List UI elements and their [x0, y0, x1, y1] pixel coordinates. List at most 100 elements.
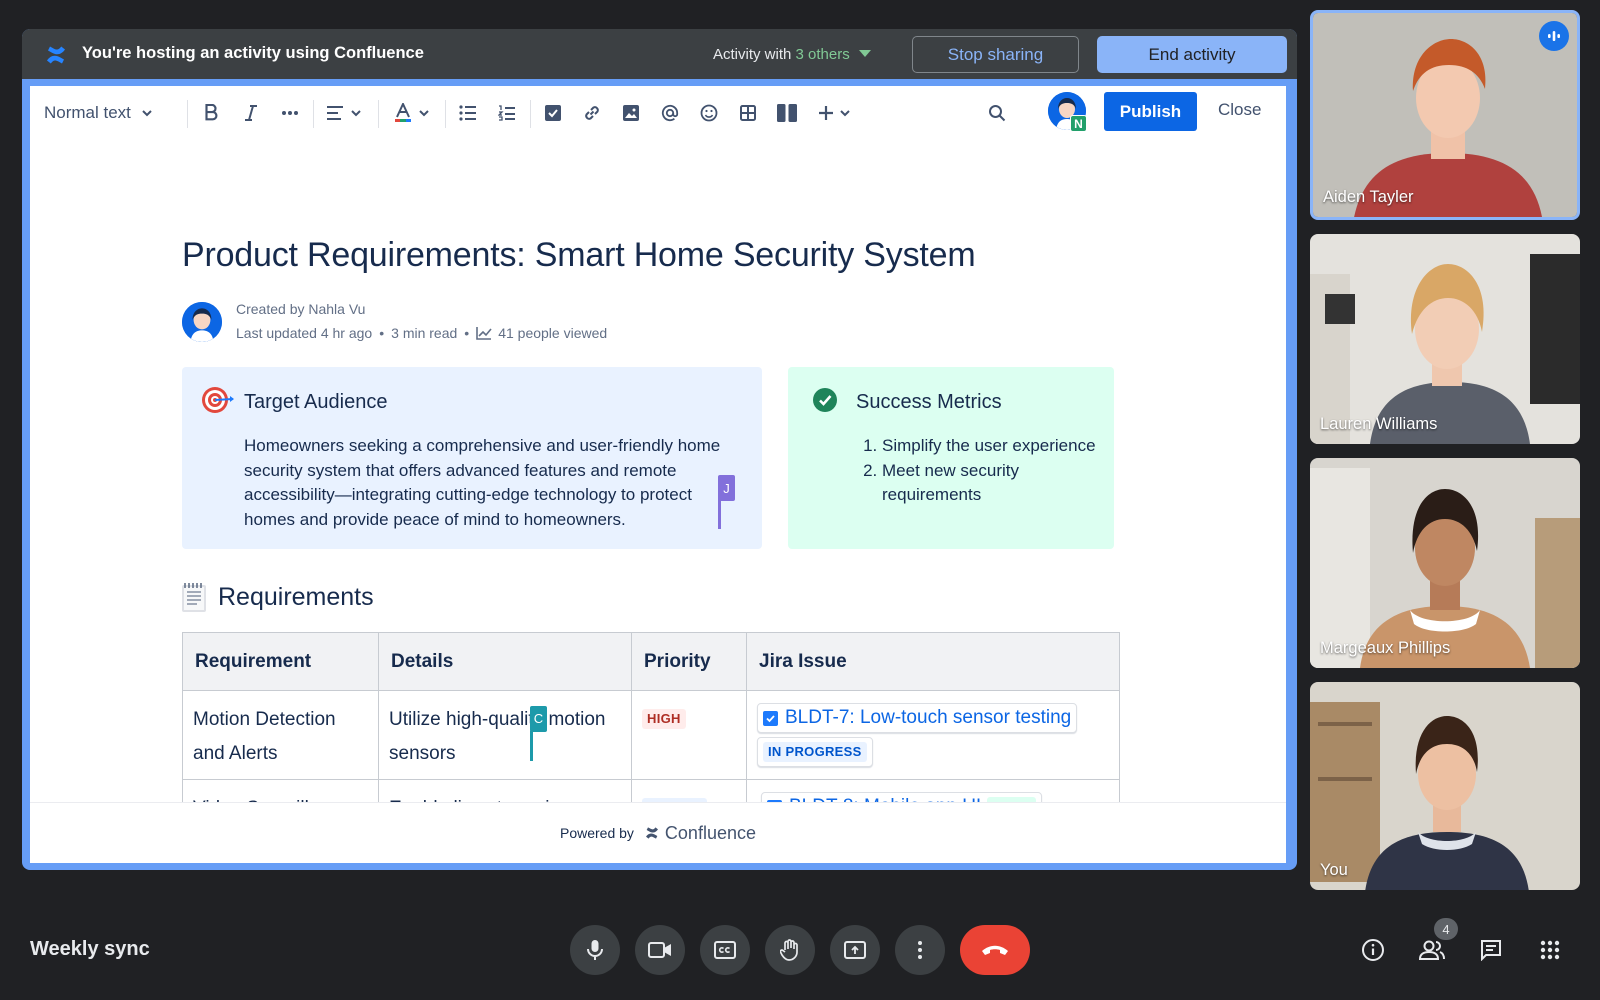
participant-tile[interactable]: Aiden Tayler	[1310, 10, 1580, 220]
numbered-list-button[interactable]	[492, 98, 522, 128]
editor-toolbar: Normal text N Publish Close	[30, 86, 1286, 140]
checkbox-icon	[545, 105, 561, 121]
author-avatar[interactable]	[182, 302, 222, 342]
microphone-button[interactable]	[570, 925, 620, 975]
at-sign-icon	[661, 104, 679, 122]
chevron-down-icon	[142, 110, 152, 117]
more-options-button[interactable]	[895, 925, 945, 975]
confluence-editor: Normal text N Publish Close Product Requ…	[30, 86, 1286, 863]
jira-cell: BLDT-7: Low-touch sensor testing IN PROG…	[746, 690, 1120, 780]
search-button[interactable]	[982, 98, 1012, 128]
italic-button[interactable]	[236, 98, 266, 128]
participant-tile[interactable]: You	[1310, 682, 1580, 890]
layout-columns-icon	[777, 104, 797, 122]
column-header[interactable]: Jira Issue	[746, 632, 1120, 691]
chevron-down-icon	[351, 110, 361, 117]
table-icon	[740, 105, 756, 121]
layout-button[interactable]	[772, 98, 802, 128]
jira-task-icon	[763, 710, 778, 726]
caret-down-icon	[858, 50, 871, 57]
page-meta: Last updated 4 hr ago • 3 min read • 41 …	[236, 325, 608, 341]
bold-button[interactable]	[196, 98, 226, 128]
toolbar-divider	[530, 100, 531, 128]
jira-issue-title: BLDT-7: Low-touch sensor testing	[785, 707, 1072, 728]
link-button[interactable]	[577, 98, 607, 128]
jira-status-chip[interactable]: IN PROGRESS	[757, 737, 873, 767]
insert-dropdown[interactable]	[812, 98, 856, 128]
jira-issue-link[interactable]: BLDT-7: Low-touch sensor testing	[757, 703, 1078, 733]
requirement-cell[interactable]: Motion Detection and Alerts	[182, 690, 379, 780]
target-audience-title: Target Audience	[244, 391, 388, 413]
close-button[interactable]: Close	[1218, 100, 1261, 120]
table-button[interactable]	[733, 98, 763, 128]
text-color-dropdown[interactable]	[390, 98, 434, 128]
notepad-icon	[182, 583, 206, 612]
target-audience-body[interactable]: Homeowners seeking a comprehensive and u…	[244, 434, 734, 532]
participant-tile[interactable]: Margeaux Phillips	[1310, 458, 1580, 668]
publish-button[interactable]: Publish	[1104, 92, 1197, 131]
raise-hand-button[interactable]	[765, 925, 815, 975]
participant-name: Aiden Tayler	[1323, 188, 1414, 206]
participant-name: Margeaux Phillips	[1320, 639, 1451, 657]
camera-button[interactable]	[635, 925, 685, 975]
chat-button[interactable]	[1475, 934, 1507, 966]
plus-icon	[818, 106, 833, 120]
stop-sharing-button[interactable]: Stop sharing	[912, 36, 1079, 73]
bullet-list-button[interactable]	[453, 98, 483, 128]
shared-screen: You're hosting an activity using Conflue…	[22, 29, 1297, 870]
hosting-text: You're hosting an activity using Conflue…	[82, 44, 424, 62]
activity-participants-dropdown[interactable]: Activity with 3 others	[713, 46, 871, 63]
details-text: Utilize high-quality motion sensors	[389, 709, 606, 764]
created-by: Created by Nahla Vu	[236, 301, 366, 317]
target-icon	[202, 387, 234, 413]
target-audience-panel: Target Audience Homeowners seeking a com…	[182, 367, 762, 549]
alignment-dropdown[interactable]	[322, 98, 366, 128]
chevron-down-icon	[839, 110, 850, 117]
bold-icon	[205, 104, 218, 121]
captions-button[interactable]	[700, 925, 750, 975]
end-activity-button[interactable]: End activity	[1097, 36, 1287, 73]
activities-button[interactable]	[1534, 934, 1566, 966]
table-header-row: Requirement Details Priority Jira Issue	[182, 632, 1120, 691]
participant-tile[interactable]: Lauren Williams	[1310, 234, 1580, 444]
participant-video	[1310, 458, 1580, 668]
details-cell[interactable]: Utilize high-quality motion sensors C	[378, 690, 632, 780]
list-item[interactable]: Simplify the user experience	[882, 434, 1100, 459]
meeting-details-button[interactable]	[1357, 934, 1389, 966]
brand-name: Confluence	[664, 822, 756, 843]
user-avatar-icon	[182, 302, 222, 342]
collaborator-cursor	[718, 495, 721, 529]
participant-name: You	[1320, 861, 1348, 879]
collaborator-cursor-flag: C	[530, 706, 547, 732]
collaborator-cursor	[530, 731, 533, 761]
confluence-logo-icon	[47, 46, 65, 64]
column-header[interactable]: Requirement	[182, 632, 379, 691]
powered-by-footer: Powered by Confluence	[30, 802, 1286, 863]
column-header[interactable]: Details	[378, 632, 632, 691]
mention-button[interactable]	[655, 98, 685, 128]
toolbar-divider	[445, 100, 446, 128]
participant-video	[1310, 234, 1580, 444]
activity-others: 3 others	[795, 46, 850, 63]
closed-captions-icon	[714, 941, 736, 959]
priority-cell[interactable]: HIGH	[631, 690, 747, 780]
info-icon	[1362, 939, 1384, 961]
emoji-button[interactable]	[694, 98, 724, 128]
speaking-indicator-icon	[1539, 21, 1569, 51]
search-icon	[989, 105, 1006, 122]
analytics-icon	[476, 327, 492, 340]
numbered-list-icon	[498, 105, 515, 121]
more-vertical-icon	[918, 941, 922, 959]
present-screen-button[interactable]	[830, 925, 880, 975]
action-item-button[interactable]	[538, 98, 568, 128]
column-header[interactable]: Priority	[631, 632, 747, 691]
text-style-dropdown[interactable]: Normal text	[44, 98, 153, 128]
image-button[interactable]	[616, 98, 646, 128]
list-item[interactable]: Meet new security requirements	[882, 459, 1100, 508]
priority-badge: HIGH	[642, 709, 686, 729]
toolbar-divider	[187, 100, 188, 128]
leave-call-button[interactable]	[960, 925, 1030, 975]
more-formatting-button[interactable]	[275, 98, 305, 128]
viewed-count[interactable]: 41 people viewed	[498, 325, 607, 341]
status-badge: IN PROGRESS	[763, 742, 867, 762]
